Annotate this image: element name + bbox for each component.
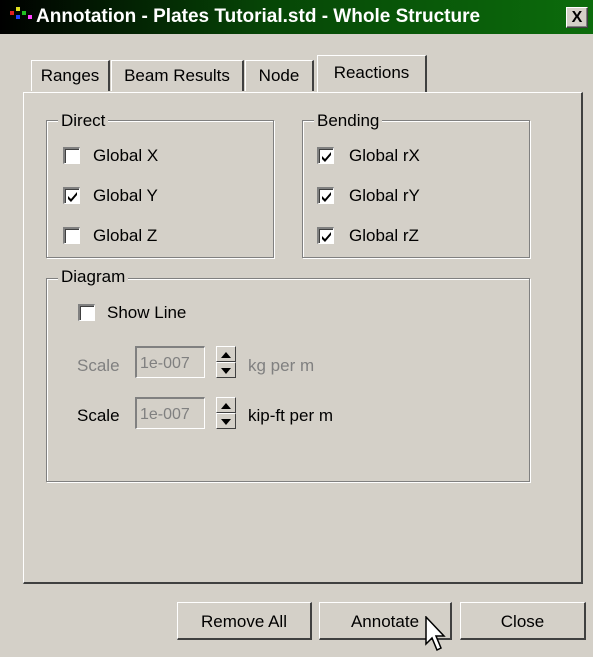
checkmark-icon	[322, 152, 331, 162]
global-ry-checkbox[interactable]	[317, 187, 334, 204]
diagram-legend: Diagram	[58, 268, 129, 286]
checkmark-icon	[322, 232, 331, 242]
direct-group	[46, 120, 274, 258]
scale-kg-label: Scale	[77, 356, 120, 375]
up-arrow-icon	[221, 403, 231, 409]
title-bar[interactable]: Annotation - Plates Tutorial.std - Whole…	[0, 0, 593, 34]
scale-kip-input[interactable]: 1e-007	[135, 397, 205, 429]
checkmark-icon	[322, 192, 331, 202]
remove-all-button[interactable]: Remove All	[177, 602, 312, 640]
global-rx-checkbox[interactable]	[317, 147, 334, 164]
tab-reactions[interactable]: Reactions	[317, 55, 427, 92]
window-title: Annotation - Plates Tutorial.std - Whole…	[36, 6, 481, 27]
tab-ranges[interactable]: Ranges	[31, 60, 110, 91]
scale-kip-label: Scale	[77, 406, 120, 425]
bending-legend: Bending	[314, 112, 383, 130]
scale-kg-unit: kg per m	[248, 356, 315, 375]
checkmark-icon	[68, 192, 77, 202]
mouse-pointer-icon	[425, 616, 446, 652]
global-x-checkbox[interactable]	[63, 147, 80, 164]
global-x-label: Global X	[93, 146, 159, 165]
direct-legend: Direct	[58, 112, 109, 130]
tab-beam-results[interactable]: Beam Results	[111, 60, 244, 91]
down-arrow-icon	[221, 419, 231, 425]
scale-kg-spinner	[216, 346, 236, 378]
global-z-checkbox[interactable]	[63, 227, 80, 244]
global-ry-label: Global rY	[349, 186, 420, 205]
tab-node[interactable]: Node	[245, 60, 314, 91]
down-arrow-icon	[221, 368, 231, 374]
scale-kip-spinner[interactable]	[216, 397, 236, 429]
show-line-label: Show Line	[107, 303, 187, 322]
global-z-label: Global Z	[93, 226, 158, 245]
scale-kip-unit: kip-ft per m	[248, 406, 334, 425]
scale-kg-input: 1e-007	[135, 346, 205, 378]
up-arrow-icon	[221, 352, 231, 358]
global-y-label: Global Y	[93, 186, 158, 205]
show-line-checkbox[interactable]	[78, 304, 95, 321]
global-rz-checkbox[interactable]	[317, 227, 334, 244]
global-rz-label: Global rZ	[349, 226, 419, 245]
close-window-button[interactable]: X	[566, 7, 588, 28]
global-rx-label: Global rX	[349, 146, 420, 165]
close-button[interactable]: Close	[460, 602, 586, 640]
global-y-checkbox[interactable]	[63, 187, 80, 204]
app-icon	[10, 7, 32, 23]
